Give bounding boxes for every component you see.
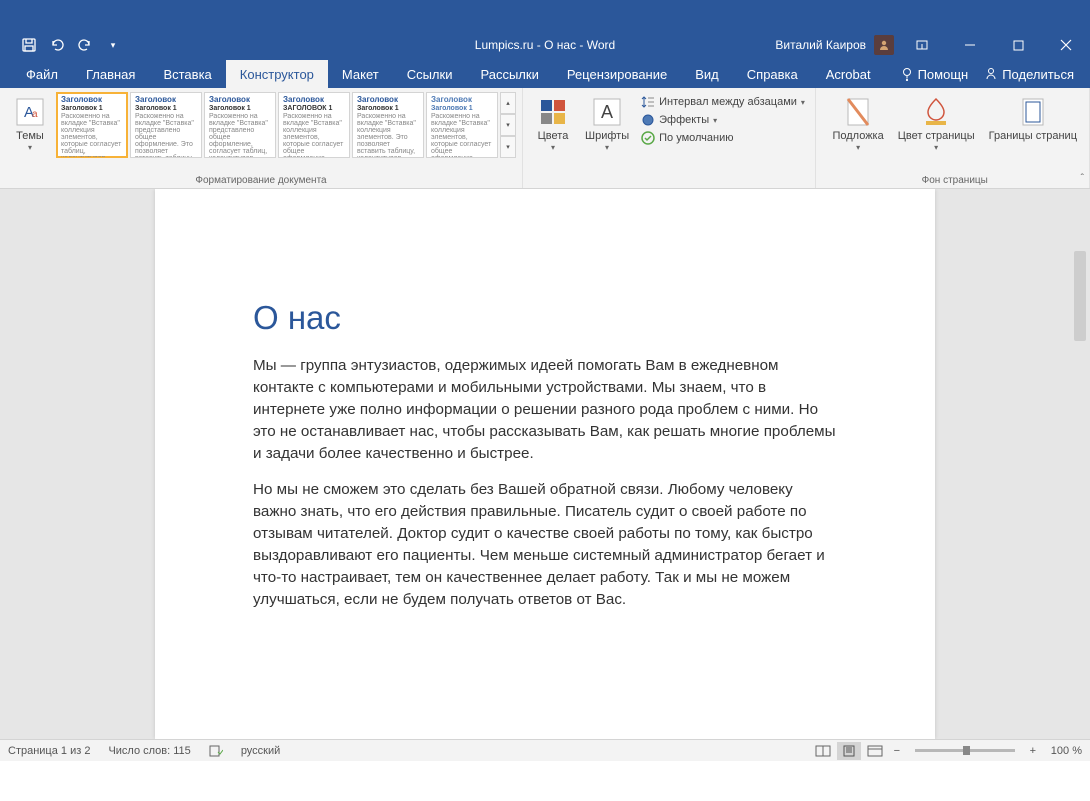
ribbon: Aa Темы ▾ ЗаголовокЗаголовок 1Раскоженно… — [0, 88, 1090, 189]
tell-me-button[interactable]: Помощн — [900, 67, 969, 82]
zoom-out-button[interactable]: − — [889, 745, 905, 757]
page-color-label: Цвет страницы — [898, 130, 975, 143]
qat-customize[interactable]: ▾ — [102, 34, 124, 56]
user-name[interactable]: Виталий Каиров — [775, 38, 866, 52]
themes-icon: Aa — [14, 96, 46, 128]
scrollbar-thumb[interactable] — [1074, 251, 1086, 341]
tab-home[interactable]: Главная — [72, 60, 149, 88]
fonts-button[interactable]: A Шрифты▾ — [579, 92, 635, 156]
print-layout-button[interactable] — [837, 742, 861, 760]
tab-view[interactable]: Вид — [681, 60, 733, 88]
share-button[interactable]: Поделиться — [984, 67, 1074, 82]
effects-button[interactable]: Эффекты ▾ — [637, 112, 809, 128]
tab-help[interactable]: Справка — [733, 60, 812, 88]
zoom-slider-thumb[interactable] — [963, 746, 970, 755]
collapse-ribbon-button[interactable]: ˆ — [1081, 173, 1084, 184]
group-label-formatting: Форматирование документа — [195, 173, 326, 186]
document-area: О нас Мы — группа энтузиастов, одержимых… — [0, 189, 1090, 739]
colors-button[interactable]: Цвета▾ — [529, 92, 577, 156]
ribbon-tabs: Файл Главная Вставка Конструктор Макет С… — [0, 60, 1090, 88]
page-color-button[interactable]: Цвет страницы▾ — [892, 92, 981, 156]
statusbar: Страница 1 из 2 Число слов: 115 русский … — [0, 739, 1090, 761]
tab-layout[interactable]: Макет — [328, 60, 393, 88]
gallery-scroll: ▴ ▾ ▾ — [500, 92, 516, 158]
doc-paragraph[interactable]: Мы — группа энтузиастов, одержимых идеей… — [253, 355, 837, 465]
tab-mailings[interactable]: Рассылки — [466, 60, 552, 88]
redo-button[interactable] — [74, 34, 96, 56]
undo-button[interactable] — [46, 34, 68, 56]
fonts-label: Шрифты — [585, 130, 629, 143]
style-gallery-item[interactable]: ЗаголовокЗаголовок 1Раскоженно на вкладк… — [426, 92, 498, 158]
style-gallery-item[interactable]: ЗаголовокЗаголовок 1Раскоженно на вкладк… — [352, 92, 424, 158]
spellcheck-status[interactable] — [209, 745, 223, 757]
close-button[interactable] — [1046, 31, 1086, 59]
language-status[interactable]: русский — [241, 745, 280, 757]
chevron-down-icon: ▾ — [28, 143, 32, 152]
default-label: По умолчанию — [659, 132, 733, 144]
group-label-page-bg: Фон страницы — [922, 173, 988, 186]
themes-button[interactable]: Aa Темы ▾ — [6, 92, 54, 156]
zoom-in-button[interactable]: + — [1025, 745, 1041, 757]
doc-paragraph[interactable]: Но мы не сможем это сделать без Вашей об… — [253, 479, 837, 611]
web-layout-button[interactable] — [863, 742, 887, 760]
gallery-down-button[interactable]: ▾ — [500, 114, 516, 136]
style-gallery-item[interactable]: ЗаголовокЗаголовок 1Раскоженно на вкладк… — [130, 92, 202, 158]
tab-design[interactable]: Конструктор — [226, 60, 328, 88]
themes-label: Темы — [16, 130, 44, 143]
tab-references[interactable]: Ссылки — [393, 60, 467, 88]
page[interactable]: О нас Мы — группа энтузиастов, одержимых… — [155, 189, 935, 739]
tab-file[interactable]: Файл — [12, 60, 72, 88]
gallery-up-button[interactable]: ▴ — [500, 92, 516, 114]
effects-label: Эффекты — [659, 114, 709, 126]
style-gallery-item[interactable]: ЗаголовокЗаголовок 1Раскоженно на вкладк… — [278, 92, 350, 158]
zoom-slider[interactable] — [915, 749, 1015, 752]
tab-insert[interactable]: Вставка — [149, 60, 225, 88]
fonts-icon: A — [591, 96, 623, 128]
vertical-scrollbar[interactable] — [1074, 249, 1088, 669]
tell-me-label: Помощн — [918, 67, 969, 82]
zoom-level[interactable]: 100 % — [1043, 745, 1082, 757]
share-label: Поделиться — [1002, 67, 1074, 82]
gallery-more-button[interactable]: ▾ — [500, 136, 516, 158]
titlebar: ▾ Lumpics.ru - О нас - Word Виталий Каир… — [0, 30, 1090, 60]
quick-access-toolbar: ▾ — [0, 34, 124, 56]
page-borders-button[interactable]: Границы страниц — [983, 92, 1083, 147]
tab-review[interactable]: Рецензирование — [553, 60, 681, 88]
ribbon-display-options[interactable] — [902, 31, 942, 59]
style-gallery-item[interactable]: ЗаголовокЗаголовок 1Раскоженно на вкладк… — [204, 92, 276, 158]
colors-icon — [537, 96, 569, 128]
tab-acrobat[interactable]: Acrobat — [812, 60, 885, 88]
maximize-button[interactable] — [998, 31, 1038, 59]
word-count[interactable]: Число слов: 115 — [108, 745, 190, 757]
watermark-button[interactable]: Подложка▾ — [826, 92, 889, 156]
window-title: Lumpics.ru - О нас - Word — [475, 38, 615, 52]
doc-heading[interactable]: О нас — [253, 299, 837, 337]
svg-text:a: a — [32, 109, 38, 120]
paragraph-spacing-button[interactable]: Интервал между абзацами ▾ — [637, 94, 809, 110]
style-gallery-item[interactable]: ЗаголовокЗаголовок 1Раскоженно на вкладк… — [56, 92, 128, 158]
page-color-icon — [920, 96, 952, 128]
style-gallery: ЗаголовокЗаголовок 1Раскоженно на вкладк… — [56, 92, 516, 158]
svg-text:A: A — [601, 102, 613, 122]
watermark-icon — [842, 96, 874, 128]
save-button[interactable] — [18, 34, 40, 56]
set-default-button[interactable]: По умолчанию — [637, 130, 809, 146]
read-mode-button[interactable] — [811, 742, 835, 760]
page-count[interactable]: Страница 1 из 2 — [8, 745, 90, 757]
colors-label: Цвета — [538, 130, 569, 143]
user-avatar[interactable] — [874, 35, 894, 55]
page-borders-icon — [1017, 96, 1049, 128]
spacing-label: Интервал между абзацами — [659, 96, 797, 108]
watermark-label: Подложка — [832, 130, 883, 143]
page-borders-label: Границы страниц — [989, 130, 1077, 143]
minimize-button[interactable] — [950, 31, 990, 59]
